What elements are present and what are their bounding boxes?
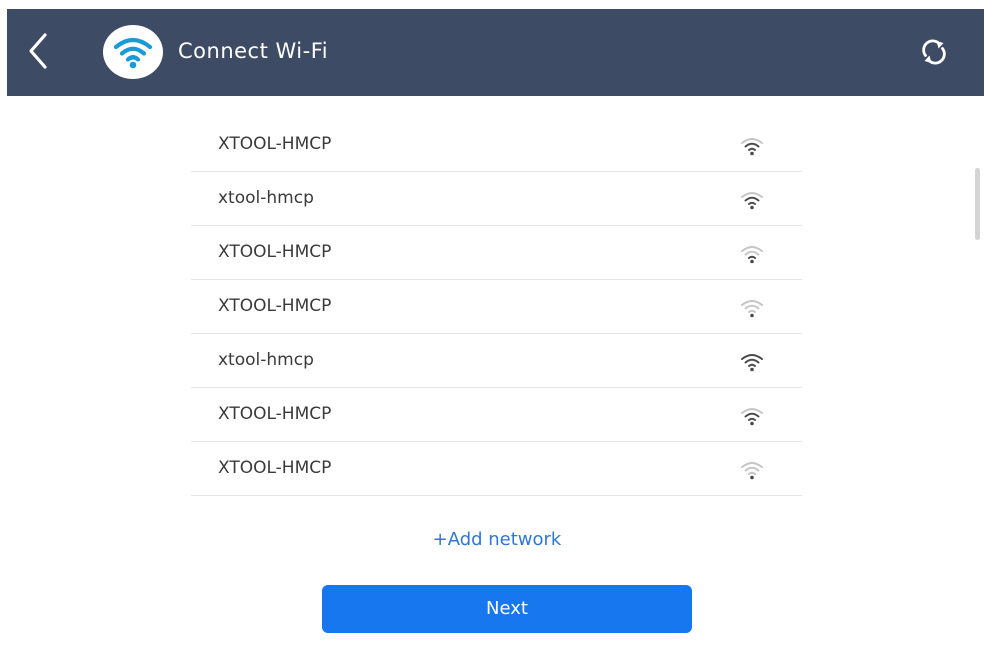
signal-arc	[748, 417, 756, 421]
chevron-left-icon	[29, 33, 47, 69]
page-title: Connect Wi-Fi	[178, 39, 329, 63]
wifi-signal-icon	[741, 408, 763, 426]
connect-wifi-screen: Connect Wi-Fi XTOOL-HMCP xtool-hmcp XTOO…	[0, 0, 984, 647]
signal-arc	[744, 358, 760, 364]
refresh-button[interactable]	[917, 35, 951, 69]
network-row[interactable]: xtool-hmcp	[191, 334, 802, 388]
wifi-icon	[113, 37, 153, 69]
signal-arc	[748, 255, 756, 259]
back-button[interactable]	[23, 31, 53, 71]
wifi-network-list: XTOOL-HMCP xtool-hmcp XTOOL-HMCP XTOOL-H…	[191, 118, 802, 496]
signal-dot	[750, 151, 754, 156]
signal-arc	[741, 462, 763, 468]
scrollbar-thumb[interactable]	[975, 168, 980, 240]
signal-dot	[750, 421, 754, 426]
signal-arc	[741, 300, 763, 306]
network-ssid: xtool-hmcp	[218, 188, 314, 208]
signal-arc	[744, 466, 760, 472]
signal-arc	[748, 471, 756, 475]
signal-arc	[741, 354, 763, 360]
network-ssid: XTOOL-HMCP	[218, 296, 332, 316]
network-ssid: xtool-hmcp	[218, 350, 314, 370]
signal-arc	[741, 138, 763, 144]
next-button[interactable]: Next	[322, 585, 692, 633]
wifi-signal-icon	[741, 354, 763, 372]
network-ssid: XTOOL-HMCP	[218, 404, 332, 424]
signal-arc	[744, 142, 760, 148]
network-row[interactable]: XTOOL-HMCP	[191, 118, 802, 172]
signal-arc	[744, 250, 760, 256]
wifi-signal-icon	[741, 462, 763, 480]
signal-arc	[748, 201, 756, 205]
wifi-signal-icon	[741, 300, 763, 318]
signal-arc	[741, 192, 763, 198]
signal-arc	[741, 408, 763, 414]
header-bar: Connect Wi-Fi	[7, 9, 984, 96]
network-ssid: XTOOL-HMCP	[218, 242, 332, 262]
wifi-signal-icon	[741, 138, 763, 156]
network-ssid: XTOOL-HMCP	[218, 458, 332, 478]
add-network-link[interactable]: +Add network	[0, 527, 984, 553]
signal-dot	[750, 313, 754, 318]
signal-arc	[748, 309, 756, 313]
signal-arc	[748, 363, 756, 367]
network-row[interactable]: XTOOL-HMCP	[191, 388, 802, 442]
signal-dot	[750, 367, 754, 372]
signal-arc	[741, 246, 763, 252]
network-ssid: XTOOL-HMCP	[218, 134, 332, 154]
signal-arc	[748, 147, 756, 151]
network-row[interactable]: XTOOL-HMCP	[191, 280, 802, 334]
signal-dot	[750, 475, 754, 480]
signal-arc	[744, 304, 760, 310]
network-row[interactable]: xtool-hmcp	[191, 172, 802, 226]
signal-arc	[744, 412, 760, 418]
network-row[interactable]: XTOOL-HMCP	[191, 442, 802, 496]
refresh-icon	[922, 39, 946, 65]
wifi-signal-icon	[741, 246, 763, 264]
app-logo	[103, 25, 163, 79]
wifi-signal-icon	[741, 192, 763, 210]
signal-dot	[750, 205, 754, 210]
network-row[interactable]: XTOOL-HMCP	[191, 226, 802, 280]
signal-arc	[744, 196, 760, 202]
signal-dot	[750, 259, 754, 264]
